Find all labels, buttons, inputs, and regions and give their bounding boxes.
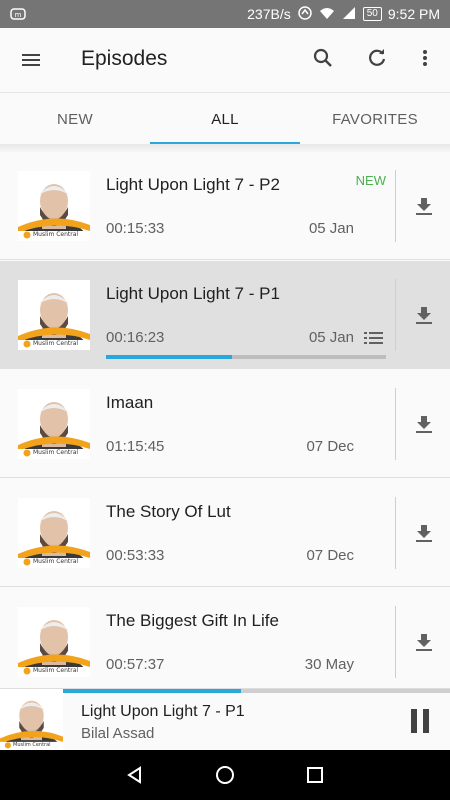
episode-row[interactable]: Muslim Central Imaan 01:15:45 07 Dec xyxy=(0,370,450,478)
battery-level: 50 xyxy=(362,7,382,21)
episode-list: Muslim Central Light Upon Light 7 - P2 N… xyxy=(0,152,450,688)
episode-duration: 01:15:45 xyxy=(106,438,165,455)
episode-date: 05 Jan xyxy=(308,220,354,237)
now-playing-thumbnail: Muslim Central xyxy=(0,689,63,751)
episode-date: 07 Dec xyxy=(306,438,354,455)
divider xyxy=(395,388,396,460)
episode-title: Light Upon Light 7 - P1 xyxy=(106,284,280,303)
thumbnail-brand: Muslim Central xyxy=(33,449,79,456)
svg-text:m: m xyxy=(15,11,22,19)
download-icon[interactable] xyxy=(404,513,444,553)
download-icon[interactable] xyxy=(404,622,444,662)
mini-player-progress[interactable] xyxy=(63,689,450,693)
refresh-icon[interactable] xyxy=(357,38,397,78)
network-speed: 237B/s xyxy=(247,6,291,22)
mini-player-progress-fill xyxy=(63,689,242,693)
now-playing-author: Bilal Assad xyxy=(81,725,155,742)
new-badge: NEW xyxy=(355,173,386,188)
episode-title: Light Upon Light 7 - P2 xyxy=(106,175,280,194)
episode-duration: 00:57:37 xyxy=(106,656,165,673)
pause-icon xyxy=(411,709,429,733)
episode-thumbnail: Muslim Central xyxy=(18,607,90,677)
episode-thumbnail: Muslim Central xyxy=(18,171,90,241)
app-bar: Episodes xyxy=(0,28,450,92)
divider xyxy=(395,170,396,242)
episode-duration: 00:15:33 xyxy=(106,220,165,237)
divider xyxy=(395,606,396,678)
episode-row[interactable]: Muslim Central The Story Of Lut 00:53:33… xyxy=(0,479,450,587)
home-icon[interactable] xyxy=(205,755,245,795)
clock: 9:52 PM xyxy=(387,6,440,22)
episode-title: The Biggest Gift In Life xyxy=(106,611,279,630)
pause-button[interactable] xyxy=(400,701,440,741)
recents-icon[interactable] xyxy=(295,755,335,795)
battery-icon: 50 xyxy=(362,7,382,21)
status-bar: m 237B/s 50 9:52 PM xyxy=(0,0,450,28)
episode-thumbnail: Muslim Central xyxy=(18,498,90,568)
back-icon[interactable] xyxy=(115,755,155,795)
more-vert-icon[interactable] xyxy=(405,38,445,78)
download-icon[interactable] xyxy=(404,186,444,226)
episode-thumbnail: Muslim Central xyxy=(18,280,90,350)
download-icon[interactable] xyxy=(404,404,444,444)
thumbnail-brand: Muslim Central xyxy=(33,340,79,347)
tab-bar: NEW ALL FAVORITES xyxy=(0,92,450,145)
divider xyxy=(395,279,396,351)
thumbnail-brand: Muslim Central xyxy=(33,231,79,238)
tab-new[interactable]: NEW xyxy=(0,93,150,145)
episode-duration: 00:53:33 xyxy=(106,547,165,564)
system-nav-bar xyxy=(0,750,450,800)
tab-all[interactable]: ALL xyxy=(150,93,300,145)
thumbnail-brand: Muslim Central xyxy=(33,667,79,674)
tab-shadow xyxy=(0,144,450,152)
episode-date: 07 Dec xyxy=(306,547,354,564)
menu-icon[interactable] xyxy=(11,40,51,80)
episode-date: 05 Jan xyxy=(308,329,354,346)
episode-title: The Story Of Lut xyxy=(106,502,231,521)
episode-row[interactable]: Muslim Central Light Upon Light 7 - P2 N… xyxy=(0,152,450,260)
thumbnail-brand: Muslim Central xyxy=(13,742,51,748)
download-icon[interactable] xyxy=(404,295,444,335)
episode-row[interactable]: Muslim Central Light Upon Light 7 - P1 0… xyxy=(0,261,450,369)
thumbnail-brand: Muslim Central xyxy=(33,558,79,565)
episode-duration: 00:16:23 xyxy=(106,329,165,346)
episode-title: Imaan xyxy=(106,393,154,412)
tab-favorites[interactable]: FAVORITES xyxy=(300,93,450,145)
episode-date: 30 May xyxy=(304,656,354,673)
search-icon[interactable] xyxy=(303,38,343,78)
page-title: Episodes xyxy=(81,47,168,70)
episode-progress xyxy=(106,355,386,359)
playlist-icon[interactable] xyxy=(364,330,384,351)
divider xyxy=(395,497,396,569)
episode-thumbnail: Muslim Central xyxy=(18,389,90,459)
notification-icon: m xyxy=(10,6,26,25)
data-icon xyxy=(297,5,313,24)
episode-progress-fill xyxy=(106,355,232,359)
episode-row[interactable]: Muslim Central The Biggest Gift In Life … xyxy=(0,588,450,688)
mini-player[interactable]: Muslim Central Light Upon Light 7 - P1 B… xyxy=(0,688,450,751)
now-playing-title: Light Upon Light 7 - P1 xyxy=(81,703,245,720)
signal-icon xyxy=(341,5,357,24)
wifi-icon xyxy=(319,5,335,24)
